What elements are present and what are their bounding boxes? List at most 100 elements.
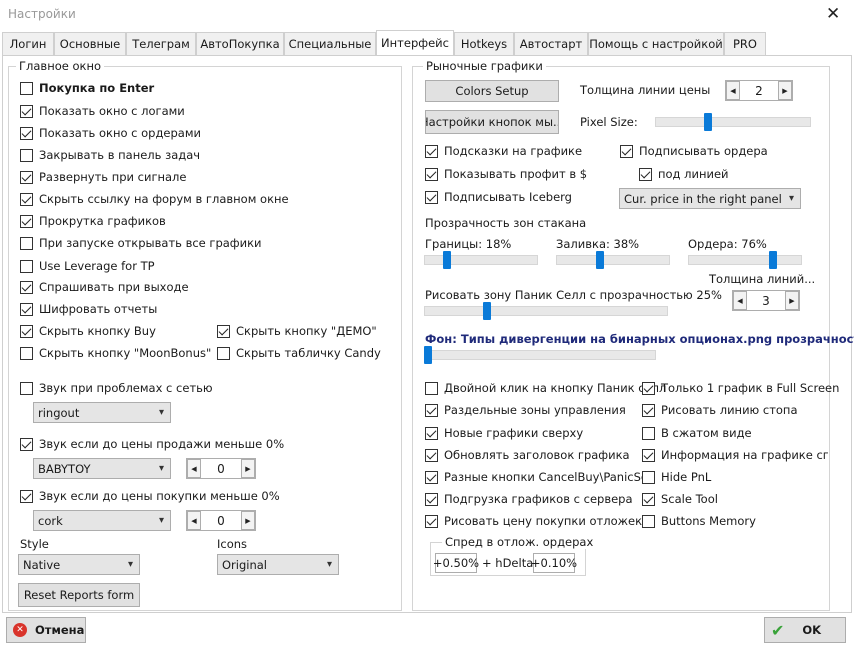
checkbox-icon[interactable] — [20, 192, 33, 206]
cb-draw-pending-price[interactable]: Рисовать цену покупки отложек — [425, 514, 642, 528]
cb-info-right[interactable]: Информация на графике справа — [642, 448, 828, 462]
cb-encrypt-reports[interactable]: Шифровать отчеты — [20, 302, 157, 316]
checkbox-icon[interactable] — [20, 280, 33, 294]
decrement-icon[interactable]: ◀ — [726, 81, 740, 100]
cb-buy-enter[interactable]: Покупка по Enter — [20, 81, 154, 95]
checkbox-icon[interactable] — [425, 426, 438, 440]
checkbox-icon[interactable] — [425, 514, 438, 528]
lines-thickness-stepper[interactable]: ◀ 3 ▶ — [732, 290, 800, 311]
borders-slider[interactable] — [424, 255, 538, 265]
price-position-select[interactable]: Cur. price in the right panel ▾ — [619, 188, 801, 209]
sound-sell-value[interactable]: 0 — [201, 462, 241, 476]
checkbox-icon[interactable] — [642, 514, 655, 528]
tab-interface[interactable]: Интерфейс — [376, 30, 454, 56]
checkbox-icon[interactable] — [425, 190, 438, 204]
sound-sell-stepper[interactable]: ◀ 0 ▶ — [186, 458, 256, 479]
panic-zone-slider-thumb[interactable] — [483, 302, 491, 320]
decrement-icon[interactable]: ◀ — [187, 511, 201, 530]
cb-chart-hints[interactable]: Подсказки на графике — [425, 144, 582, 158]
cb-separate-zones[interactable]: Раздельные зоны управления — [425, 403, 626, 417]
reset-reports-button[interactable]: Reset Reports form — [18, 583, 140, 607]
fill-slider-thumb[interactable] — [596, 251, 605, 269]
tab-hotkeys[interactable]: Hotkeys — [454, 32, 514, 56]
checkbox-icon[interactable] — [620, 144, 633, 158]
background-slider-thumb[interactable] — [424, 346, 432, 364]
cb-hide-candy[interactable]: Скрыть табличку Candy — [217, 346, 381, 360]
colors-setup-button[interactable]: Colors Setup — [425, 80, 559, 102]
checkbox-icon[interactable] — [20, 236, 33, 250]
checkbox-icon[interactable] — [20, 489, 33, 503]
checkbox-icon[interactable] — [425, 492, 438, 506]
checkbox-icon[interactable] — [217, 346, 230, 360]
checkbox-icon[interactable] — [642, 448, 655, 462]
checkbox-icon[interactable] — [642, 403, 655, 417]
cb-sound-sell[interactable]: Звук если до цены продажи меньше 0% — [20, 437, 284, 451]
cb-hide-demo[interactable]: Скрыть кнопку "ДЕМО" — [217, 324, 377, 338]
increment-icon[interactable]: ▶ — [778, 81, 792, 100]
cb-show-logs[interactable]: Показать окно с логами — [20, 104, 185, 118]
cb-buttons-memory[interactable]: Buttons Memory — [642, 514, 756, 528]
spread-value-1[interactable]: +0.50% — [433, 553, 479, 573]
sound-network-select[interactable]: ringout ▾ — [33, 402, 171, 423]
cb-sound-network[interactable]: Звук при проблемах с сетью — [20, 381, 213, 395]
increment-icon[interactable]: ▶ — [785, 291, 799, 310]
pixel-size-slider[interactable] — [655, 117, 811, 127]
tab-pro[interactable]: PRO — [724, 32, 766, 56]
cb-chart-scroll[interactable]: Прокрутка графиков — [20, 214, 166, 228]
cb-ask-exit[interactable]: Спрашивать при выходе — [20, 280, 189, 294]
cb-scale-tool[interactable]: Scale Tool — [642, 492, 718, 506]
sound-buy-stepper[interactable]: ◀ 0 ▶ — [186, 510, 256, 531]
style-select[interactable]: Native ▾ — [18, 554, 140, 575]
checkbox-icon[interactable] — [425, 470, 438, 484]
tab-help[interactable]: Помощь с настройкой — [588, 32, 724, 56]
checkbox-icon[interactable] — [425, 144, 438, 158]
checkbox-icon[interactable] — [642, 381, 655, 395]
pixel-size-slider-thumb[interactable] — [703, 113, 712, 131]
sound-buy-select[interactable]: cork ▾ — [33, 510, 171, 531]
cb-use-leverage[interactable]: Use Leverage for TP — [20, 259, 155, 273]
checkbox-icon[interactable] — [20, 302, 33, 316]
cb-under-line[interactable]: под линией — [639, 167, 729, 181]
cb-show-orders[interactable]: Показать окно с ордерами — [20, 126, 201, 140]
checkbox-icon[interactable] — [20, 381, 33, 395]
cb-load-charts-server[interactable]: Подгрузка графиков с сервера — [425, 492, 633, 506]
checkbox-icon[interactable] — [20, 259, 33, 273]
sound-sell-select[interactable]: BABYTOY ▾ — [33, 458, 171, 479]
checkbox-icon[interactable] — [20, 126, 33, 140]
checkbox-icon[interactable] — [20, 81, 33, 95]
checkbox-icon[interactable] — [20, 214, 33, 228]
orders-slider-thumb[interactable] — [768, 251, 777, 269]
price-line-stepper[interactable]: ◀ 2 ▶ — [725, 80, 793, 101]
checkbox-icon[interactable] — [642, 470, 655, 484]
checkbox-icon[interactable] — [217, 324, 230, 338]
fill-slider[interactable] — [556, 255, 670, 265]
checkbox-icon[interactable] — [639, 167, 652, 181]
spread-value-2[interactable]: +0.10% — [531, 553, 577, 573]
close-icon[interactable]: ✕ — [826, 4, 840, 24]
cb-update-chart-title[interactable]: Обновлять заголовок графика — [425, 448, 630, 462]
cb-hide-moonbonus[interactable]: Скрыть кнопку "MoonBonus" — [20, 346, 211, 360]
cb-double-click-panic[interactable]: Двойной клик на кнопку Паник селл — [425, 381, 666, 395]
borders-slider-thumb[interactable] — [443, 251, 452, 269]
cb-minimize-tray[interactable]: Закрывать в панель задач — [20, 148, 200, 162]
checkbox-icon[interactable] — [425, 403, 438, 417]
orders-slider[interactable] — [688, 255, 802, 265]
checkbox-icon[interactable] — [20, 346, 33, 360]
checkbox-icon[interactable] — [20, 324, 33, 338]
cb-expand-signal[interactable]: Развернуть при сигнале — [20, 170, 186, 184]
tab-autobuy[interactable]: АвтоПокупка — [196, 32, 284, 56]
background-slider[interactable] — [424, 350, 656, 360]
cb-label-iceberg[interactable]: Подписывать Iceberg — [425, 190, 572, 204]
cb-open-all-charts[interactable]: При запуске открывать все графики — [20, 236, 262, 250]
icons-select[interactable]: Original ▾ — [217, 554, 339, 575]
checkbox-icon[interactable] — [20, 148, 33, 162]
panic-zone-slider[interactable] — [424, 306, 668, 316]
ok-button[interactable]: ✔ OK — [764, 617, 846, 643]
tab-login[interactable]: Логин — [2, 32, 54, 56]
checkbox-icon[interactable] — [642, 426, 655, 440]
cb-hide-forum-link[interactable]: Скрыть ссылку на форум в главном окне — [20, 192, 289, 206]
sound-buy-value[interactable]: 0 — [201, 514, 241, 528]
increment-icon[interactable]: ▶ — [241, 459, 255, 478]
decrement-icon[interactable]: ◀ — [187, 459, 201, 478]
increment-icon[interactable]: ▶ — [241, 511, 255, 530]
